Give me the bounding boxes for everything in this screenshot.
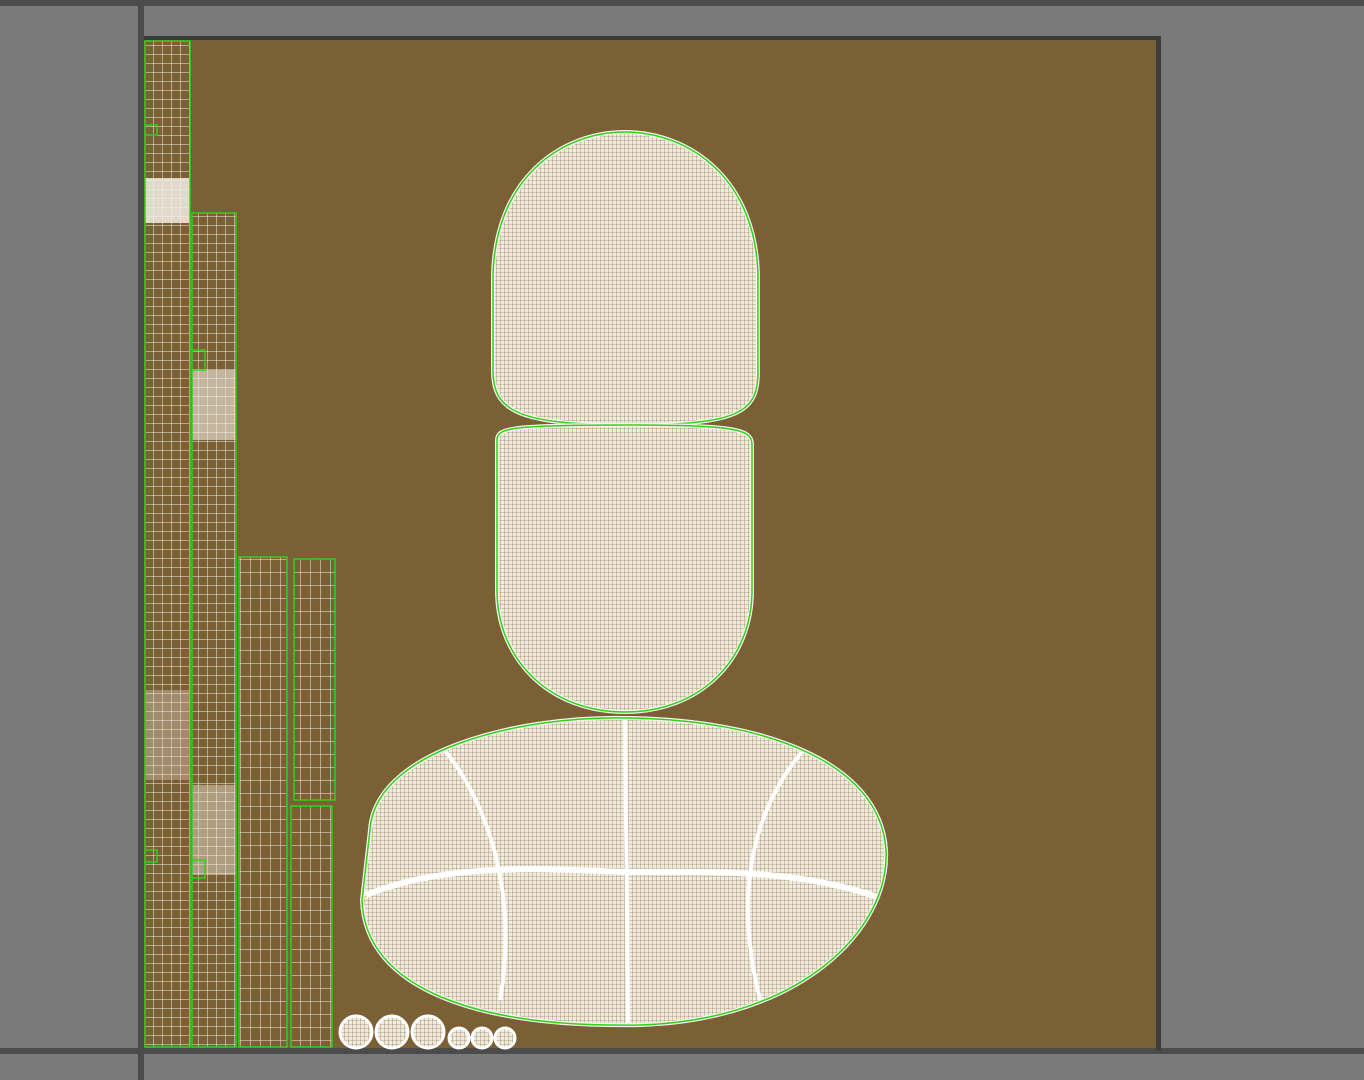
frame-left-line	[138, 0, 144, 1080]
uv-circle	[447, 1026, 471, 1050]
uv-circle	[410, 1014, 446, 1050]
uv-circle	[374, 1014, 410, 1050]
frame-right-shadow	[1156, 36, 1161, 1050]
uv-strip-4	[293, 558, 336, 801]
uv-strip-3	[238, 556, 288, 1048]
uv-circle	[493, 1026, 517, 1050]
uv-circle	[470, 1026, 494, 1050]
uv-canvas[interactable]	[0, 0, 1364, 1080]
uv-strip-5	[290, 805, 333, 1048]
uv-shell-top	[491, 129, 760, 428]
uv-editor-viewport[interactable]	[0, 0, 1364, 1080]
uv-circle	[338, 1014, 374, 1050]
uv-strip-1	[144, 40, 191, 1048]
frame-top-line	[0, 0, 1364, 6]
uv-tile-top-shadow	[144, 36, 1160, 40]
uv-shell-middle	[495, 422, 754, 715]
uv-strip-2	[191, 212, 237, 1048]
